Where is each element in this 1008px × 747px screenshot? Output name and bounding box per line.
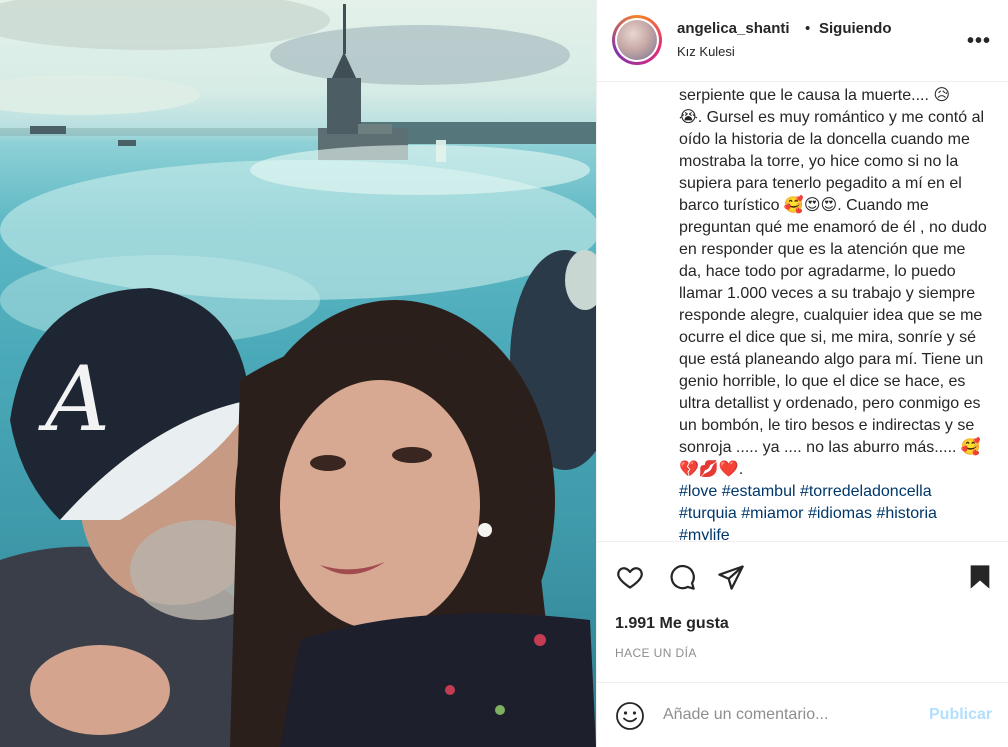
post-caption: serpiente que le causa la muerte.... 😥 😭… xyxy=(679,82,989,540)
heart-icon[interactable] xyxy=(613,560,647,594)
avatar-image xyxy=(617,20,657,60)
follow-status-button[interactable]: Siguiendo xyxy=(819,20,892,37)
publish-button[interactable]: Publicar xyxy=(929,706,992,724)
likes-count[interactable]: 1.991 Me gusta xyxy=(615,615,729,633)
post-timestamp[interactable]: HACE UN DÍA xyxy=(615,646,697,660)
post-photo[interactable]: A xyxy=(0,0,596,747)
comment-form: Publicar xyxy=(597,682,1008,747)
comment-icon[interactable] xyxy=(665,560,699,594)
username-link[interactable]: angelica_shanti xyxy=(677,20,790,37)
more-icon[interactable]: ••• xyxy=(967,30,991,53)
bookmark-icon[interactable] xyxy=(963,560,997,594)
avatar-frame xyxy=(615,18,659,62)
emoji-icon[interactable] xyxy=(615,701,645,731)
svg-text:A: A xyxy=(38,347,110,452)
share-icon[interactable] xyxy=(714,560,748,594)
location-link[interactable]: Kız Kulesi xyxy=(677,44,735,59)
post-side-panel: angelica_shanti • Siguiendo Kız Kulesi •… xyxy=(596,0,1008,747)
photo-scene: A xyxy=(0,0,596,747)
comment-input[interactable] xyxy=(663,703,923,727)
caption-text: serpiente que le causa la muerte.... 😥 😭… xyxy=(679,87,987,478)
post-header: angelica_shanti • Siguiendo Kız Kulesi •… xyxy=(597,0,1008,82)
hashtags[interactable]: #love #estambul #torredeladoncella #turq… xyxy=(679,481,989,540)
separator-dot: • xyxy=(805,20,811,37)
avatar[interactable] xyxy=(612,15,662,65)
